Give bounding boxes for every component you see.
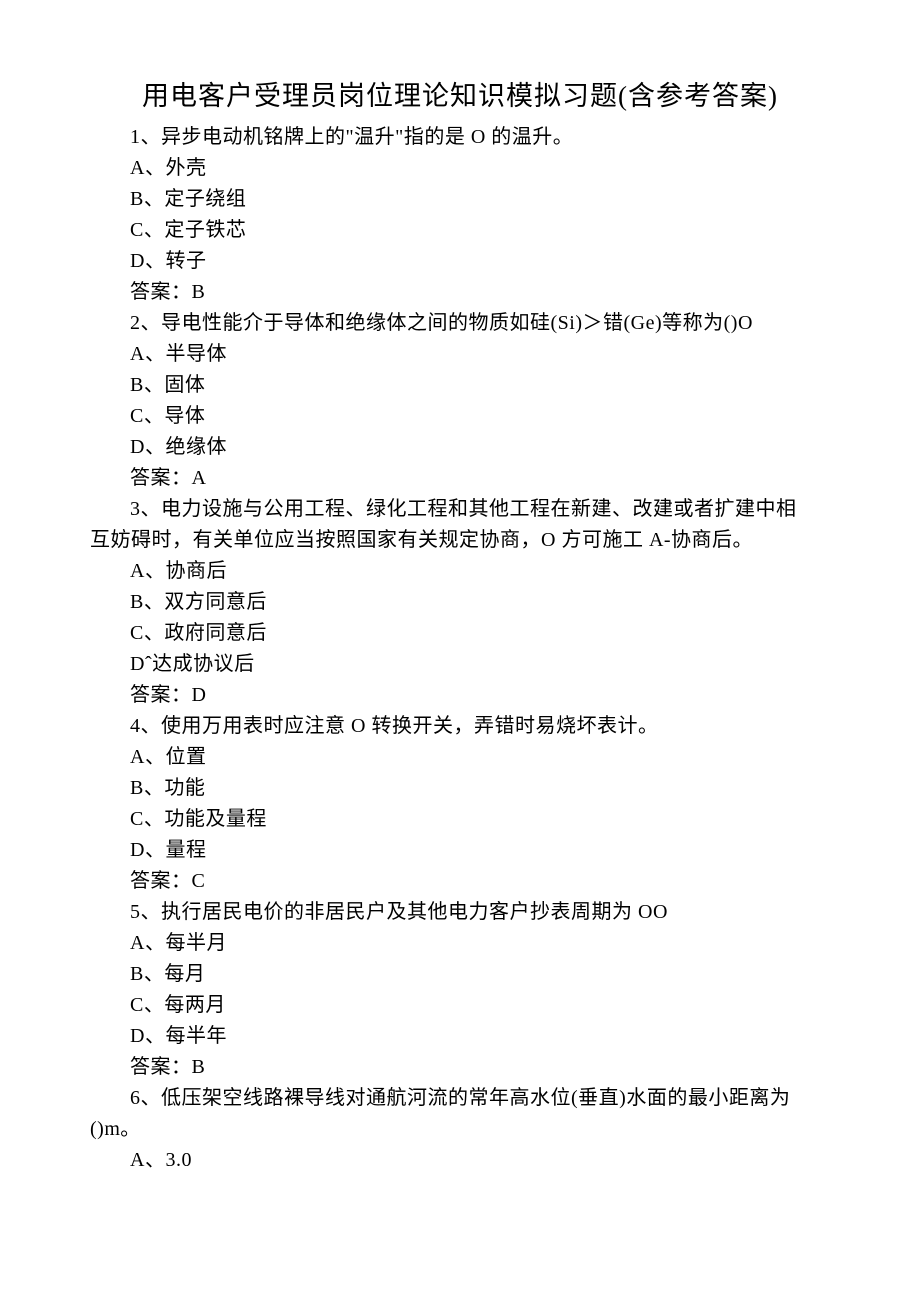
question-2-option-b: B、固体 (90, 370, 830, 401)
question-1-stem: 1、异步电动机铭牌上的"温升"指的是 O 的温升。 (90, 122, 830, 153)
question-5-stem: 5、执行居民电价的非居民户及其他电力客户抄表周期为 OO (90, 897, 830, 928)
question-4-answer: 答案：C (90, 866, 830, 897)
document-title: 用电客户受理员岗位理论知识模拟习题(含参考答案) (90, 78, 830, 114)
question-4-option-c: C、功能及量程 (90, 804, 830, 835)
question-2-option-c: C、导体 (90, 401, 830, 432)
question-5-option-d: D、每半年 (90, 1021, 830, 1052)
question-2-option-a: A、半导体 (90, 339, 830, 370)
question-3-answer: 答案：D (90, 680, 830, 711)
question-5-option-c: C、每两月 (90, 990, 830, 1021)
question-2-option-d: D、绝缘体 (90, 432, 830, 463)
question-3-stem-line1: 3、电力设施与公用工程、绿化工程和其他工程在新建、改建或者扩建中相 (90, 494, 830, 525)
question-3-stem-line2: 互妨碍时，有关单位应当按照国家有关规定协商，O 方可施工 A-协商后。 (90, 525, 830, 556)
question-5-option-b: B、每月 (90, 959, 830, 990)
question-5-answer: 答案：B (90, 1052, 830, 1083)
question-3-option-b: B、双方同意后 (90, 587, 830, 618)
question-6-stem-line2: ()m｡ (90, 1114, 830, 1145)
question-1-answer: 答案：B (90, 277, 830, 308)
question-3-option-d: Dˆ达成协议后 (90, 649, 830, 680)
question-1-option-c: C、定子铁芯 (90, 215, 830, 246)
question-2-stem: 2、导电性能介于导体和绝缘体之间的物质如硅(Si)＞错(Ge)等称为()O (90, 308, 830, 339)
question-1-option-d: D、转子 (90, 246, 830, 277)
question-1-option-a: A、外壳 (90, 153, 830, 184)
question-2-answer: 答案：A (90, 463, 830, 494)
question-6-stem-line1: 6、低压架空线路裸导线对通航河流的常年高水位(垂直)水面的最小距离为 (90, 1083, 830, 1114)
document-page: 用电客户受理员岗位理论知识模拟习题(含参考答案) 1、异步电动机铭牌上的"温升"… (0, 0, 920, 1301)
question-3-option-c: C、政府同意后 (90, 618, 830, 649)
question-5-option-a: A、每半月 (90, 928, 830, 959)
question-4-option-b: B、功能 (90, 773, 830, 804)
question-6-option-a: A、3.0 (90, 1145, 830, 1176)
question-1-option-b: B、定子绕组 (90, 184, 830, 215)
question-4-option-a: A、位置 (90, 742, 830, 773)
question-4-stem: 4、使用万用表时应注意 O 转换开关，弄错时易烧坏表计。 (90, 711, 830, 742)
question-4-option-d: D、量程 (90, 835, 830, 866)
question-3-option-a: A、协商后 (90, 556, 830, 587)
